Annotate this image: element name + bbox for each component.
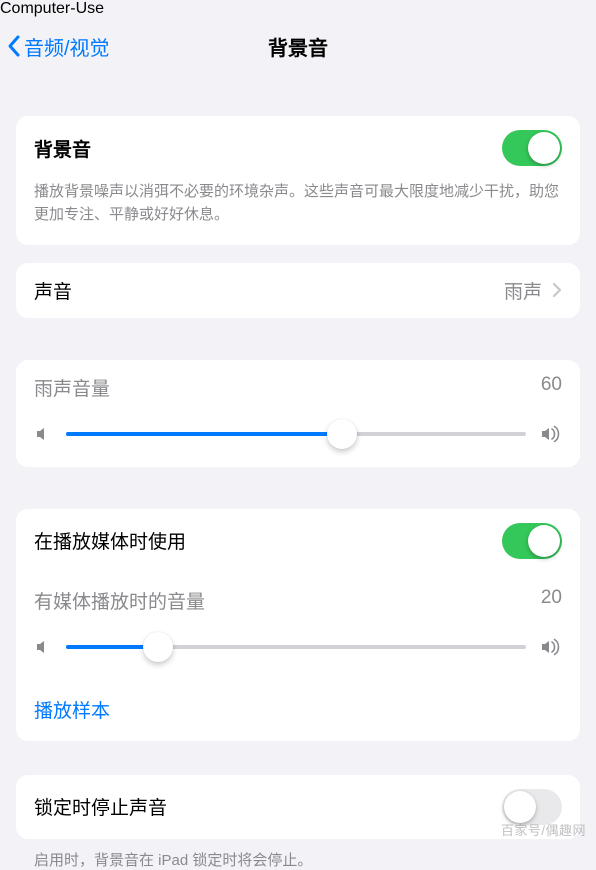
label-sound: 声音 <box>34 277 72 304</box>
row-media-toggle: 在播放媒体时使用 <box>16 509 580 573</box>
group-media: 在播放媒体时使用 有媒体播放时的音量 20 <box>16 509 580 741</box>
group-lock: 锁定时停止声音 <box>16 775 580 839</box>
slider-thumb[interactable] <box>327 419 357 449</box>
slider-rain-volume[interactable] <box>66 419 526 449</box>
background-sound-description: 播放背景噪声以消弭不必要的环境杂声。这些声音可最大限度地减少干扰，助您更加专注、… <box>16 180 580 245</box>
slider-media-volume-block: 有媒体播放时的音量 20 <box>16 573 580 680</box>
lock-note: 启用时，背景音在 iPad 锁定时将会停止。 <box>16 839 580 870</box>
label-background-sound: 背景音 <box>34 135 91 162</box>
volume-low-icon <box>34 425 52 443</box>
group-background-sound: 背景音 播放背景噪声以消弭不必要的环境杂声。这些声音可最大限度地减少干扰，助您更… <box>16 116 580 245</box>
label-media-volume: 有媒体播放时的音量 <box>34 587 205 614</box>
switch-knob <box>504 791 536 823</box>
group-rain-volume: 雨声音量 60 <box>16 360 580 467</box>
volume-high-icon <box>540 638 562 656</box>
chevron-left-icon <box>6 34 22 58</box>
switch-knob <box>528 132 560 164</box>
slider-rain-volume-block: 雨声音量 60 <box>16 360 580 467</box>
group-sound-select: 声音 雨声 <box>16 263 580 318</box>
watermark: 百家号/偶趣网 <box>501 820 586 839</box>
chevron-right-icon <box>552 282 562 298</box>
volume-low-icon <box>34 638 52 656</box>
value-rain-volume: 60 <box>541 374 562 401</box>
value-sound: 雨声 <box>504 277 542 304</box>
switch-use-with-media[interactable] <box>502 523 562 559</box>
slider-thumb[interactable] <box>143 632 173 662</box>
switch-knob <box>528 525 560 557</box>
value-media-volume: 20 <box>541 587 562 614</box>
label-rain-volume: 雨声音量 <box>34 374 110 401</box>
navigation-bar: 音频/视觉 背景音 <box>0 18 596 74</box>
slider-media-volume[interactable] <box>66 632 526 662</box>
page-title: 背景音 <box>268 32 328 61</box>
label-stop-on-lock: 锁定时停止声音 <box>34 793 167 820</box>
label-use-with-media: 在播放媒体时使用 <box>34 527 186 554</box>
row-lock-toggle: 锁定时停止声音 <box>16 775 580 839</box>
row-sound[interactable]: 声音 雨声 <box>16 263 580 318</box>
back-button[interactable]: 音频/视觉 <box>6 18 110 74</box>
row-background-sound-toggle: 背景音 <box>16 116 580 180</box>
play-sample-button[interactable]: 播放样本 <box>16 680 580 741</box>
switch-background-sound[interactable] <box>502 130 562 166</box>
volume-high-icon <box>540 425 562 443</box>
back-label: 音频/视觉 <box>24 32 110 61</box>
